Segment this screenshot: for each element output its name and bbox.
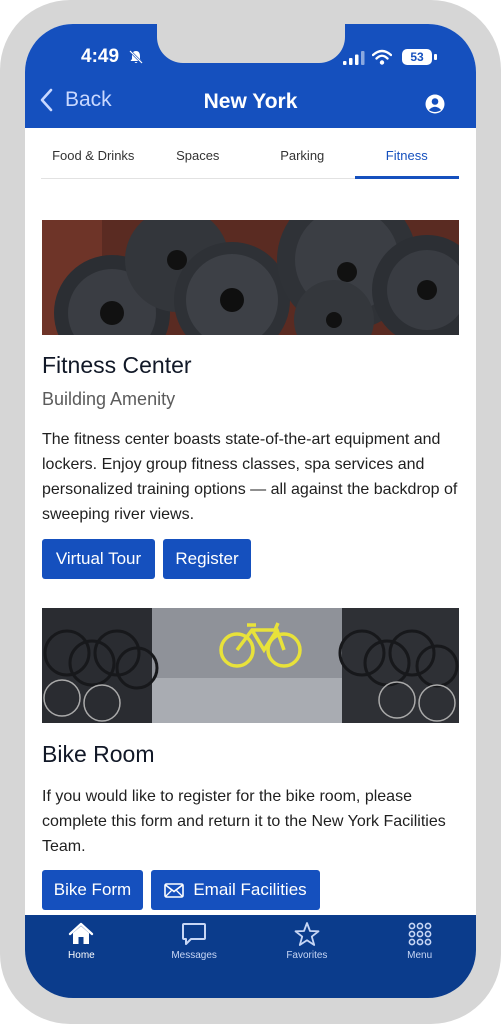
nav-favorites-label: Favorites bbox=[286, 950, 328, 961]
nav-home-label: Home bbox=[68, 950, 95, 961]
tab-spaces[interactable]: Spaces bbox=[146, 128, 251, 178]
bike-room-title: Bike Room bbox=[42, 741, 155, 767]
tab-parking[interactable]: Parking bbox=[250, 128, 355, 178]
envelope-icon bbox=[164, 882, 185, 898]
app-screen: 4:49 53 Back New York Food & Drinks Spac… bbox=[25, 24, 476, 998]
page-title: New York bbox=[203, 90, 298, 113]
fitness-center-description: The fitness center boasts state-of-the-a… bbox=[42, 431, 458, 523]
signal-icon bbox=[343, 51, 365, 65]
nav-menu-label: Menu bbox=[407, 950, 433, 961]
grid-icon bbox=[408, 922, 432, 946]
bottom-nav: Home Messages Favorites Menu bbox=[25, 915, 476, 998]
email-facilities-button[interactable]: Email Facilities bbox=[151, 870, 320, 910]
status-time: 4:49 bbox=[81, 46, 120, 67]
device-notch bbox=[157, 24, 345, 63]
fitness-center-subtitle: Building Amenity bbox=[42, 389, 176, 409]
user-account-icon[interactable] bbox=[425, 94, 445, 114]
chat-icon bbox=[182, 923, 207, 945]
category-tabs: Food & Drinks Spaces Parking Fitness bbox=[41, 128, 459, 179]
nav-favorites[interactable]: Favorites bbox=[251, 915, 364, 998]
nav-menu[interactable]: Menu bbox=[363, 915, 476, 998]
home-icon bbox=[69, 922, 94, 944]
bell-muted-icon bbox=[129, 50, 143, 64]
email-facilities-label: Email Facilities bbox=[193, 880, 307, 899]
register-button[interactable]: Register bbox=[163, 539, 251, 579]
battery-tip bbox=[434, 54, 437, 60]
star-icon bbox=[294, 922, 320, 946]
wifi-icon bbox=[372, 49, 392, 65]
top-bar: 4:49 53 Back New York bbox=[25, 24, 476, 128]
fitness-center-image bbox=[42, 220, 459, 335]
bike-room-description: If you would like to register for the bi… bbox=[42, 788, 446, 855]
nav-messages-label: Messages bbox=[171, 950, 217, 961]
nav-home[interactable]: Home bbox=[25, 915, 138, 998]
fitness-center-title: Fitness Center bbox=[42, 352, 192, 378]
tab-fitness[interactable]: Fitness bbox=[354, 128, 460, 179]
nav-messages[interactable]: Messages bbox=[138, 915, 251, 998]
virtual-tour-button[interactable]: Virtual Tour bbox=[42, 539, 155, 579]
battery-icon: 53 bbox=[402, 49, 432, 65]
bike-room-image bbox=[42, 608, 459, 723]
bike-form-button[interactable]: Bike Form bbox=[42, 870, 143, 910]
tab-food-drinks[interactable]: Food & Drinks bbox=[41, 128, 146, 178]
